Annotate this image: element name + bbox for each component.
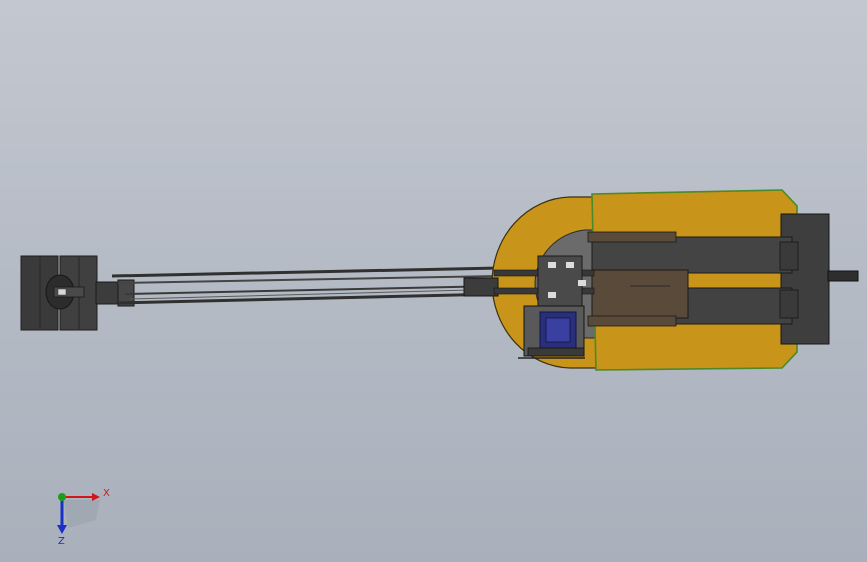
deck-post: [779, 289, 799, 319]
boom-rod: [111, 266, 501, 278]
pivot-detail: [548, 262, 556, 268]
boom-rod: [117, 292, 501, 305]
pivot-housing: [537, 255, 583, 307]
z-axis-arrow: [57, 525, 67, 534]
boom-rod: [124, 285, 501, 295]
deck-post: [779, 241, 799, 271]
rear-shaft: [827, 270, 859, 282]
cad-viewport[interactable]: X Z: [0, 0, 867, 562]
cad-model-view: X Z: [20, 189, 859, 547]
axis-triad: X Z: [57, 488, 110, 547]
motor-face: [545, 317, 571, 343]
x-axis-arrow: [92, 493, 100, 501]
motor-base: [527, 347, 585, 357]
left-track-assembly: [20, 255, 135, 331]
brown-plate-top: [587, 231, 677, 243]
z-axis-label: Z: [58, 536, 65, 547]
boom-rod: [117, 275, 501, 284]
boom-pivot-block: [463, 277, 499, 297]
triad-shadow: [64, 500, 100, 528]
pivot-detail: [578, 280, 586, 286]
machine-body: [463, 189, 859, 371]
boom-rods: [111, 266, 501, 305]
pivot-detail: [548, 292, 556, 298]
track-hub-pin: [57, 288, 67, 296]
pivot-detail: [566, 262, 574, 268]
brown-plate-bottom: [587, 315, 677, 327]
y-axis-dot: [58, 493, 66, 501]
brown-plate: [591, 269, 689, 319]
x-axis-label: X: [103, 488, 110, 499]
